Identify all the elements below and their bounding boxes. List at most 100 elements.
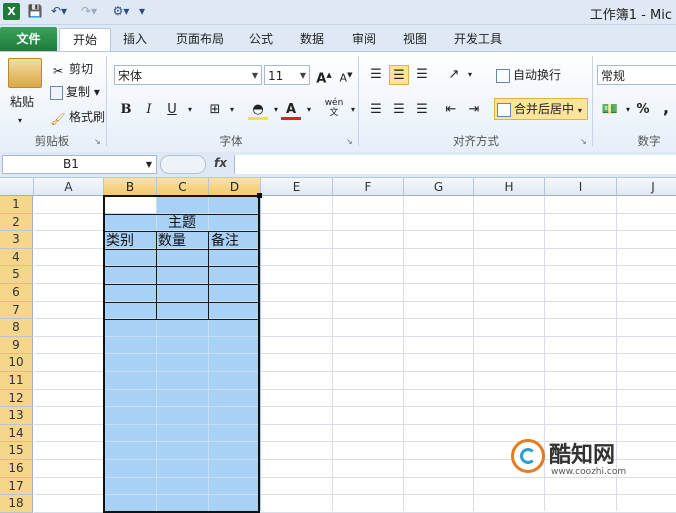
number-format-dropdown[interactable]: 常规	[597, 65, 676, 85]
formula-input[interactable]	[234, 155, 676, 174]
column-header-d[interactable]: D	[209, 178, 261, 196]
wrap-text-button[interactable]: 自动换行	[496, 66, 561, 84]
italic-button[interactable]: I	[139, 100, 159, 120]
save-icon[interactable]: 💾	[27, 3, 43, 20]
coozhi-logo-icon	[511, 439, 545, 473]
select-all-corner[interactable]	[0, 178, 34, 196]
title-bar: X 💾 ↶▾ ↷▾ ⚙▾ ▾ 工作簿1 - Mic	[0, 0, 676, 25]
group-number-label: 数字	[637, 134, 661, 148]
row-header-6[interactable]: 6	[0, 284, 33, 302]
customize-qat-icon[interactable]: ▾	[136, 3, 148, 20]
format-painter-button[interactable]: 🖌 格式刷	[50, 108, 105, 126]
redo-icon[interactable]: ↷▾	[78, 3, 100, 20]
excel-app-icon: X	[3, 3, 20, 20]
fill-handle[interactable]	[257, 193, 262, 198]
custom-tool-icon[interactable]: ⚙▾	[110, 3, 132, 20]
cell-c3[interactable]: 数量	[158, 233, 186, 250]
tab-file[interactable]: 文件	[0, 27, 57, 51]
fill-color-icon[interactable]: ◓	[248, 100, 268, 120]
font-launcher-icon[interactable]: ↘	[346, 137, 353, 146]
row-header-15[interactable]: 15	[0, 442, 33, 460]
bold-button[interactable]: B	[116, 100, 136, 120]
tab-formulas[interactable]: 公式	[240, 28, 282, 50]
row-header-4[interactable]: 4	[0, 248, 33, 267]
border-dropdown-icon[interactable]: ▾	[222, 100, 242, 120]
cell-d3[interactable]: 备注	[211, 233, 239, 250]
insert-function-button[interactable]: fx	[214, 156, 227, 170]
formula-buttons-area	[160, 155, 206, 174]
row-header-13[interactable]: 13	[0, 407, 33, 425]
copy-button[interactable]: 复制 ▾	[50, 83, 100, 101]
tab-data[interactable]: 数据	[291, 28, 333, 50]
row-header-5[interactable]: 5	[0, 266, 33, 284]
row-header-8[interactable]: 8	[0, 319, 33, 337]
tab-insert[interactable]: 插入	[113, 28, 157, 50]
chevron-down-icon[interactable]: ▼	[146, 156, 152, 173]
merge-center-button[interactable]: 合并后居中 ▾	[494, 98, 588, 120]
decrease-indent-icon[interactable]: ⇤	[441, 100, 461, 120]
row-header-17[interactable]: 17	[0, 477, 33, 496]
tab-page-layout[interactable]: 页面布局	[164, 28, 236, 50]
row-header-9[interactable]: 9	[0, 336, 33, 355]
underline-button[interactable]: U	[162, 100, 182, 120]
watermark-name: 酷知网	[549, 443, 616, 468]
column-header-a[interactable]: A	[34, 178, 104, 196]
increase-indent-icon[interactable]: ⇥	[464, 100, 484, 120]
row-header-2[interactable]: 2	[0, 213, 33, 232]
align-left-icon[interactable]: ☰	[366, 100, 386, 120]
name-box[interactable]: B1 ▼	[2, 155, 157, 174]
ribbon: 粘贴 ▾ ✂ 剪切 复制 ▾ 🖌 格式刷 剪贴板 ↘ 宋体 ▼ 11 ▼ A▲ A▼ B…	[0, 51, 676, 153]
column-header-c[interactable]: C	[157, 178, 209, 196]
wrap-text-label: 自动换行	[513, 68, 562, 82]
underline-dropdown-icon[interactable]: ▾	[180, 100, 200, 120]
watermark-url: www.coozhi.com	[551, 467, 627, 477]
column-header-h[interactable]: H	[474, 178, 545, 196]
align-middle-icon[interactable]: ☰	[389, 65, 409, 85]
orientation-dropdown-icon[interactable]: ▾	[460, 65, 480, 85]
alignment-launcher-icon[interactable]: ↘	[580, 137, 587, 146]
row-header-11[interactable]: 11	[0, 372, 33, 390]
tab-home[interactable]: 开始	[59, 28, 111, 52]
row-header-10[interactable]: 10	[0, 354, 33, 372]
merge-dropdown-icon[interactable]: ▾	[578, 106, 582, 115]
font-color-icon[interactable]: A	[281, 100, 301, 120]
cell-b3[interactable]: 类别	[106, 233, 134, 250]
paste-button[interactable]: 粘贴	[10, 93, 34, 111]
row-header-12[interactable]: 12	[0, 389, 33, 408]
row-header-18[interactable]: 18	[0, 495, 33, 513]
separator	[358, 56, 359, 146]
cell-b2-merged[interactable]: 主题	[104, 215, 260, 232]
row-header-7[interactable]: 7	[0, 301, 33, 320]
row-header-14[interactable]: 14	[0, 424, 33, 443]
tab-developer[interactable]: 开发工具	[446, 28, 510, 50]
column-header-f[interactable]: F	[333, 178, 404, 196]
row-header-1[interactable]: 1	[0, 196, 33, 214]
column-header-g[interactable]: G	[404, 178, 474, 196]
shrink-font-icon[interactable]: A▼	[336, 65, 356, 85]
percent-style-button[interactable]: %	[633, 100, 653, 120]
cut-button[interactable]: ✂ 剪切	[50, 60, 93, 78]
column-header-j[interactable]: J	[617, 178, 676, 196]
align-bottom-icon[interactable]: ☰	[412, 65, 432, 85]
cut-label: 剪切	[69, 62, 94, 76]
tab-review[interactable]: 审阅	[343, 28, 385, 50]
currency-format-icon[interactable]: 💵	[600, 100, 620, 120]
comma-style-button[interactable]: ,	[656, 98, 676, 118]
align-top-icon[interactable]: ☰	[366, 65, 386, 85]
tab-view[interactable]: 视图	[394, 28, 436, 50]
row-header-3[interactable]: 3	[0, 231, 33, 249]
column-header-b[interactable]: B	[104, 178, 157, 196]
row-header-16[interactable]: 16	[0, 460, 33, 478]
font-color-dropdown-icon[interactable]: ▾	[299, 100, 319, 120]
paste-dropdown-icon[interactable]: ▾	[18, 112, 22, 130]
align-right-icon[interactable]: ☰	[412, 100, 432, 120]
phonetic-dropdown-icon[interactable]: ▾	[343, 100, 363, 120]
font-size-dropdown[interactable]: 11 ▼	[264, 65, 310, 85]
clipboard-launcher-icon[interactable]: ↘	[94, 137, 101, 146]
undo-icon[interactable]: ↶▾	[48, 3, 70, 20]
grow-font-icon[interactable]: A▲	[314, 65, 334, 86]
column-header-e[interactable]: E	[261, 178, 333, 196]
align-center-icon[interactable]: ☰	[389, 100, 409, 120]
column-header-i[interactable]: I	[545, 178, 617, 196]
font-name-dropdown[interactable]: 宋体 ▼	[114, 65, 262, 85]
